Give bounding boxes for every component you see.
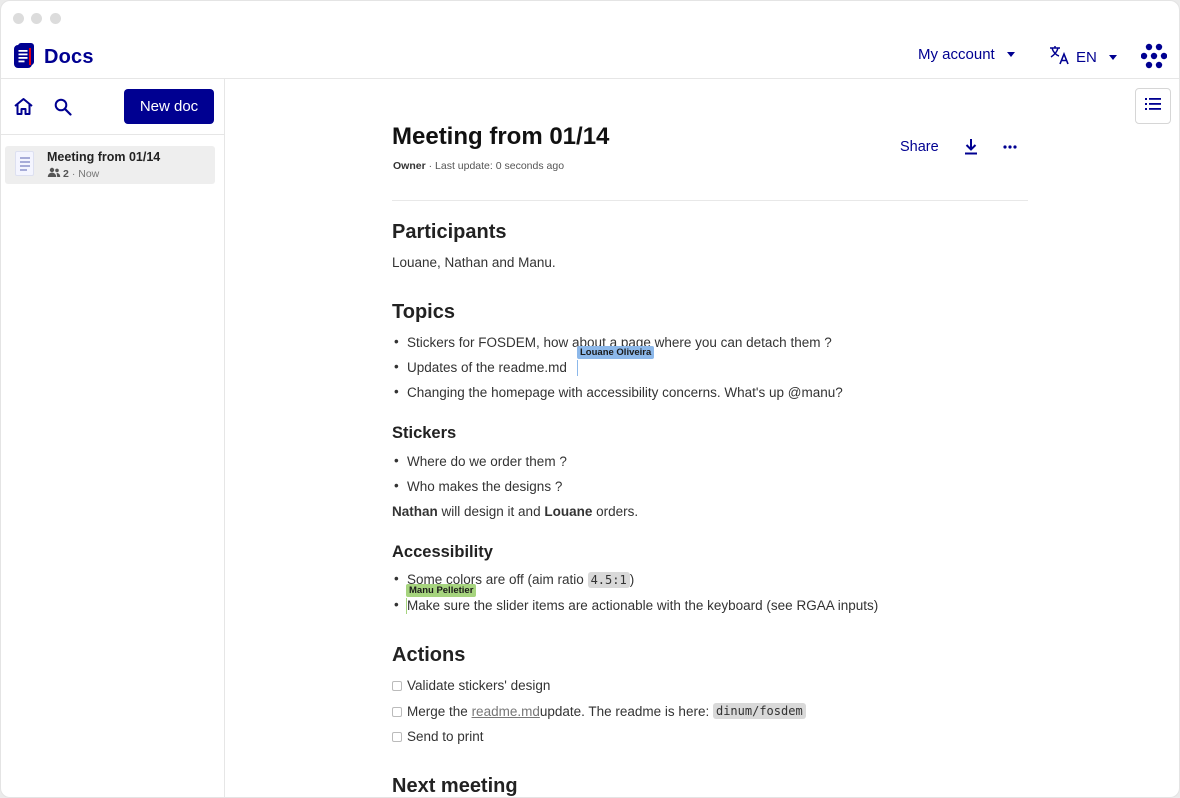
task-text: Send to print	[407, 729, 484, 744]
language-label: EN	[1076, 48, 1097, 66]
task-text-pre: Merge the	[407, 703, 468, 719]
document-role: Owner	[393, 160, 426, 172]
document-last-update: · Last update: 0 seconds ago	[425, 160, 565, 172]
home-icon[interactable]	[13, 97, 34, 121]
window-minimize-dot[interactable]	[31, 13, 42, 24]
list-item-text: Updates of the readme.md	[407, 360, 567, 375]
collaborator-caret	[577, 360, 578, 376]
paragraph-stickers: Nathan will design it and Louane orders.	[392, 504, 638, 519]
account-menu[interactable]: My account	[918, 46, 1015, 63]
heading-participants: Participants	[392, 221, 507, 243]
app-logo[interactable]: Docs	[14, 42, 94, 73]
app-window: Docs My account EN New doc Meeting from …	[0, 0, 1180, 798]
more-options-icon[interactable]	[1002, 139, 1018, 160]
paragraph-participants: Louane, Nathan and Manu.	[392, 255, 556, 270]
list-item-text: Changing the homepage with accessibility…	[407, 385, 843, 400]
inline-code: dinum/fosdem	[712, 703, 806, 719]
heading-accessibility: Accessibility	[392, 543, 493, 561]
collaborator-tag-louane: Louane Oliveira	[577, 346, 655, 359]
task-text-mid: update. The readme is here:	[539, 703, 710, 719]
list-icon	[1145, 97, 1161, 115]
account-label: My account	[918, 46, 995, 63]
collaborator-tag-manu: Manu Pelletier	[406, 584, 477, 597]
heading-next-meeting: Next meeting	[392, 775, 518, 797]
heading-actions: Actions	[392, 644, 466, 666]
document-title[interactable]: Meeting from 01/14	[392, 123, 609, 151]
list-item-text: Who makes the designs ?	[407, 479, 563, 494]
window-close-dot[interactable]	[13, 13, 24, 24]
list-item-text: Make sure the slider items are actionabl…	[407, 598, 879, 613]
share-button[interactable]: Share	[900, 139, 939, 155]
window-maximize-dot[interactable]	[50, 13, 61, 24]
apps-grid-icon[interactable]	[1140, 43, 1168, 74]
search-icon[interactable]	[54, 98, 72, 121]
paragraph-text: will design it and	[437, 504, 545, 519]
list-item-text: Where do we order them ?	[407, 454, 567, 469]
translate-icon	[1049, 45, 1070, 69]
users-icon	[47, 167, 61, 180]
app-name: Docs	[44, 46, 94, 68]
download-icon[interactable]	[963, 138, 979, 161]
header-divider	[392, 200, 1028, 201]
window-titlebar	[1, 1, 1179, 35]
task-text: Validate stickers' design	[407, 678, 551, 693]
sidebar-doc-updated: · Now	[71, 167, 100, 180]
sidebar-toolbar: New doc	[1, 79, 225, 135]
document-meta: Owner · Last update: 0 seconds ago	[393, 160, 564, 172]
task-checkbox[interactable]	[392, 681, 402, 691]
sidebar-doc-meta: 2 · Now	[47, 167, 99, 180]
chevron-down-icon	[1108, 54, 1117, 60]
paragraph-text: orders.	[592, 504, 639, 519]
sidebar-doc-share-count: 2	[63, 167, 69, 180]
list-item-text-post: )	[629, 572, 635, 587]
task-item: Merge the readme.md update. The readme i…	[392, 703, 806, 719]
sidebar-doc-item[interactable]: Meeting from 01/14 2 · Now	[5, 146, 215, 184]
language-selector[interactable]: EN	[1049, 45, 1117, 69]
mention-nathan: Nathan	[392, 504, 438, 519]
sidebar: New doc Meeting from 01/14 2 · Now	[1, 79, 225, 797]
task-item: Send to print	[392, 729, 484, 744]
collaborator-caret	[406, 598, 407, 614]
task-item: Validate stickers' design	[392, 678, 550, 693]
top-header: Docs My account EN	[1, 35, 1179, 79]
task-checkbox[interactable]	[392, 732, 402, 742]
docs-logo-icon	[14, 42, 36, 73]
readme-link[interactable]: readme.md	[472, 704, 540, 719]
mention-louane: Louane	[544, 504, 593, 519]
chevron-down-icon	[1006, 52, 1015, 57]
table-of-contents-button[interactable]	[1135, 88, 1171, 124]
new-doc-button[interactable]: New doc	[124, 89, 214, 124]
inline-code: 4.5:1	[587, 572, 630, 588]
heading-topics: Topics	[392, 301, 455, 323]
heading-stickers: Stickers	[392, 424, 457, 442]
task-checkbox[interactable]	[392, 706, 402, 717]
sidebar-doc-title: Meeting from 01/14	[47, 150, 161, 164]
document-icon	[15, 151, 34, 176]
